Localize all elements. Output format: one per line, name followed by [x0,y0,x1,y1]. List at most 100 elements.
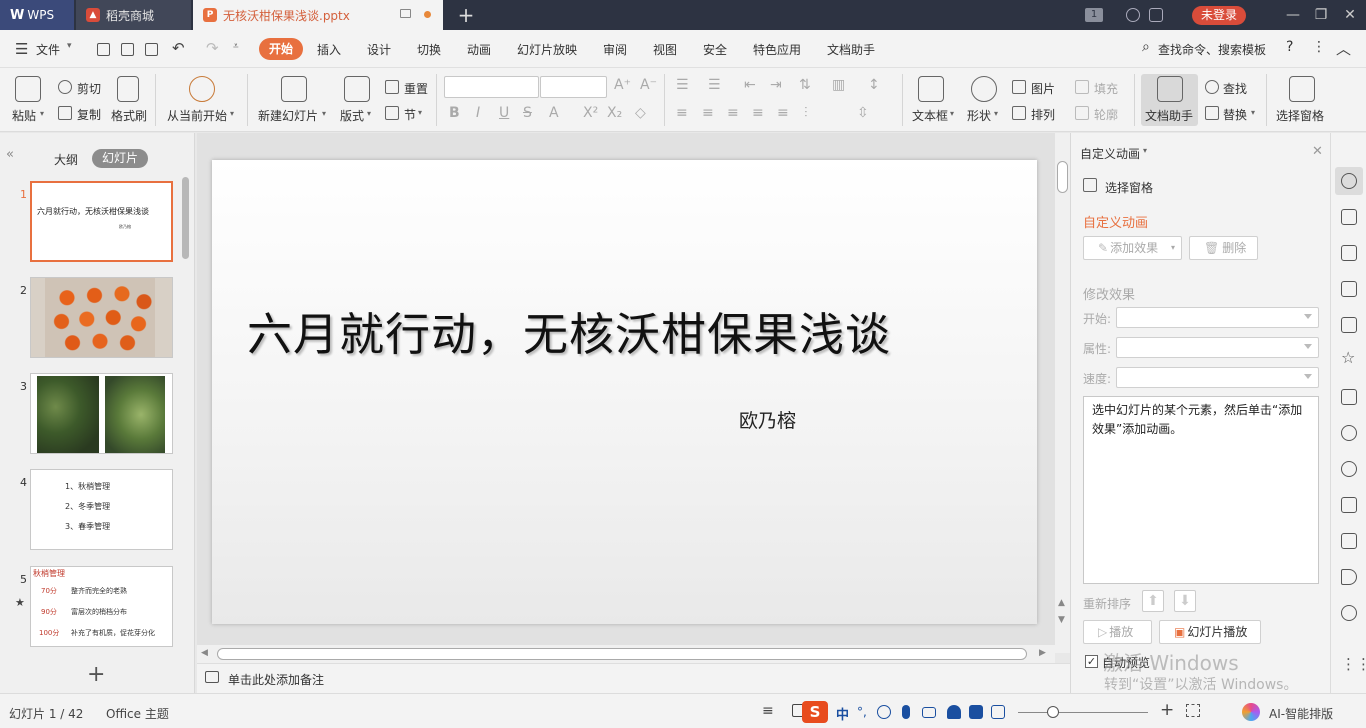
tab-start[interactable]: 开始 [259,38,303,60]
zoom-slider-track[interactable] [1018,712,1148,713]
close-icon[interactable]: ✕ [1340,5,1360,25]
save-icon[interactable] [97,43,110,56]
unsaved-dot-icon[interactable] [424,11,431,18]
notes-placeholder[interactable]: 单击此处添加备注 [228,671,324,688]
collapse-panel-icon[interactable]: « [6,147,14,162]
help-icon[interactable]: ? [1286,39,1293,55]
columns-icon[interactable]: ▥ [832,77,845,93]
cut-button[interactable]: 剪切 [77,80,101,97]
find-button[interactable]: 查找 [1223,80,1247,97]
clear-format-icon[interactable]: ◇ [635,105,646,121]
tab-slideshow[interactable]: 幻灯片放映 [517,41,577,58]
redo-icon[interactable]: ↷ [206,39,219,57]
tab-outline[interactable]: 大纲 [54,151,78,168]
layout-icon[interactable] [344,76,370,102]
italic-icon[interactable]: I [476,105,480,121]
shirt-icon[interactable] [1149,8,1163,22]
textbox-dropdown-icon[interactable]: ▾ [950,109,954,118]
fill-button[interactable]: 填充 [1094,80,1118,97]
line-spacing-icon[interactable]: ↕ [868,77,880,93]
text-direction-icon[interactable]: ⇅ [799,77,811,93]
font-color-icon[interactable]: A [549,105,559,121]
slide-thumbnail-1[interactable]: 六月就行动，无核沃柑保果浅谈 欧乃榕 [30,181,173,262]
add-effect-button[interactable]: ✎ 添加效果 ▾ [1083,236,1182,260]
file-menu[interactable]: 文件 [36,41,60,58]
slideshow-button[interactable]: ▣ 幻灯片播放 [1159,620,1261,644]
quick-access-dropdown-icon[interactable]: ⩡ [233,41,239,52]
textbox-button[interactable]: 文本框 [912,107,948,124]
print-icon[interactable] [121,43,134,56]
horizontal-scroll-thumb[interactable] [217,648,1027,660]
increase-font-icon[interactable]: A⁺ [614,77,631,93]
vertical-scrollbar[interactable]: ▲ ▼ [1055,133,1070,653]
new-tab-button[interactable]: + [455,4,477,26]
tab-security[interactable]: 安全 [703,41,727,58]
font-family-select[interactable] [444,76,539,98]
justify-icon[interactable]: ≡ [752,105,764,121]
tab-review[interactable]: 审阅 [603,41,627,58]
picture-pane-icon[interactable] [1341,317,1357,333]
select-pane-icon[interactable] [1289,76,1315,102]
user-icon[interactable] [947,705,961,719]
star-icon[interactable]: ☆ [1341,348,1355,367]
vertical-scroll-thumb[interactable] [1057,161,1068,193]
fit-window-icon[interactable] [1186,704,1200,717]
start-dropdown-icon[interactable]: ▾ [230,109,234,118]
shape-button[interactable]: 形状 [967,107,991,124]
property-select[interactable] [1116,337,1319,358]
slide-thumbnail-5[interactable]: 秋梢管理 70分 整齐而完全的老熟 90分 富层次的梢档分布 100分 补充了有… [30,566,173,647]
zoom-in-icon[interactable]: + [1160,700,1174,720]
hamburger-icon[interactable]: ☰ [15,40,28,58]
minimize-icon[interactable]: — [1283,5,1303,25]
monitor-icon[interactable] [400,9,411,18]
skin-icon[interactable] [1126,8,1140,22]
section-dropdown-icon[interactable]: ▾ [418,108,422,117]
delete-button[interactable]: 🗑 删除 [1189,236,1258,260]
numbering-icon[interactable]: ☰ [708,77,721,93]
toolbox-icon[interactable] [991,705,1005,719]
align-center-icon[interactable]: ≡ [702,105,714,121]
page-indicator-icon[interactable]: 1 [1085,8,1103,22]
scroll-up-icon[interactable]: ▲ [1058,598,1065,608]
replace-dropdown-icon[interactable]: ▾ [1251,108,1255,117]
section-button[interactable]: 节 [404,106,416,123]
emoji-icon[interactable] [877,705,891,719]
reset-button[interactable]: 重置 [404,80,428,97]
shape-dropdown-icon[interactable]: ▾ [994,109,998,118]
tab-design[interactable]: 设计 [367,41,391,58]
underline-icon[interactable]: U [499,105,509,121]
tab-slides[interactable]: 幻灯片 [92,149,148,168]
tab-features[interactable]: 特色应用 [753,41,801,58]
custom-animation-icon[interactable] [1341,173,1357,189]
login-button[interactable]: 未登录 [1192,6,1246,25]
align-left-icon[interactable]: ≡ [676,105,688,121]
align-right-icon[interactable]: ≡ [727,105,739,121]
layout-button[interactable]: 版式 [340,107,364,124]
ime-toolbar[interactable]: S 中 °, [802,701,1007,723]
subscript-icon[interactable]: X₂ [607,105,622,121]
voice-icon[interactable] [902,705,910,719]
slide-title[interactable]: 六月就行动，无核沃柑保果浅谈 [247,298,891,363]
start-select[interactable] [1116,307,1319,328]
increase-indent-icon[interactable]: ⇥ [770,77,782,93]
pane-close-icon[interactable]: ✕ [1312,144,1323,159]
punctuation-icon[interactable]: °, [857,705,871,719]
decrease-font-icon[interactable]: A⁻ [640,77,657,93]
distribute-icon[interactable]: ≡ [777,105,789,121]
paragraph-spacing-icon[interactable]: ⇳ [857,105,869,121]
replace-button[interactable]: 替换 [1223,106,1247,123]
arrange-button[interactable]: 排列 [1031,106,1055,123]
tab-document[interactable]: P 无核沃柑保果浅谈.pptx [193,0,443,30]
animation-list-box[interactable]: 选中幻灯片的某个元素，然后单击“添加效果”添加动画。 [1083,396,1319,584]
play-from-current-icon[interactable] [189,76,215,102]
table-pane-icon[interactable] [1341,389,1357,405]
zoom-slider-knob[interactable] [1047,706,1059,718]
add-slide-button[interactable]: + [87,662,105,687]
restore-icon[interactable]: ❐ [1311,5,1331,25]
slide-thumbnail-4[interactable]: 1、秋梢管理 2、冬季管理 3、春季管理 [30,469,173,550]
paste-dropdown-icon[interactable]: ▾ [40,109,44,118]
slide-thumbnail-2[interactable] [30,277,173,358]
pane-header-dropdown-icon[interactable]: ▾ [1143,146,1147,155]
textbox-icon[interactable] [918,76,944,102]
new-slide-button[interactable]: 新建幻灯片 [258,107,318,124]
